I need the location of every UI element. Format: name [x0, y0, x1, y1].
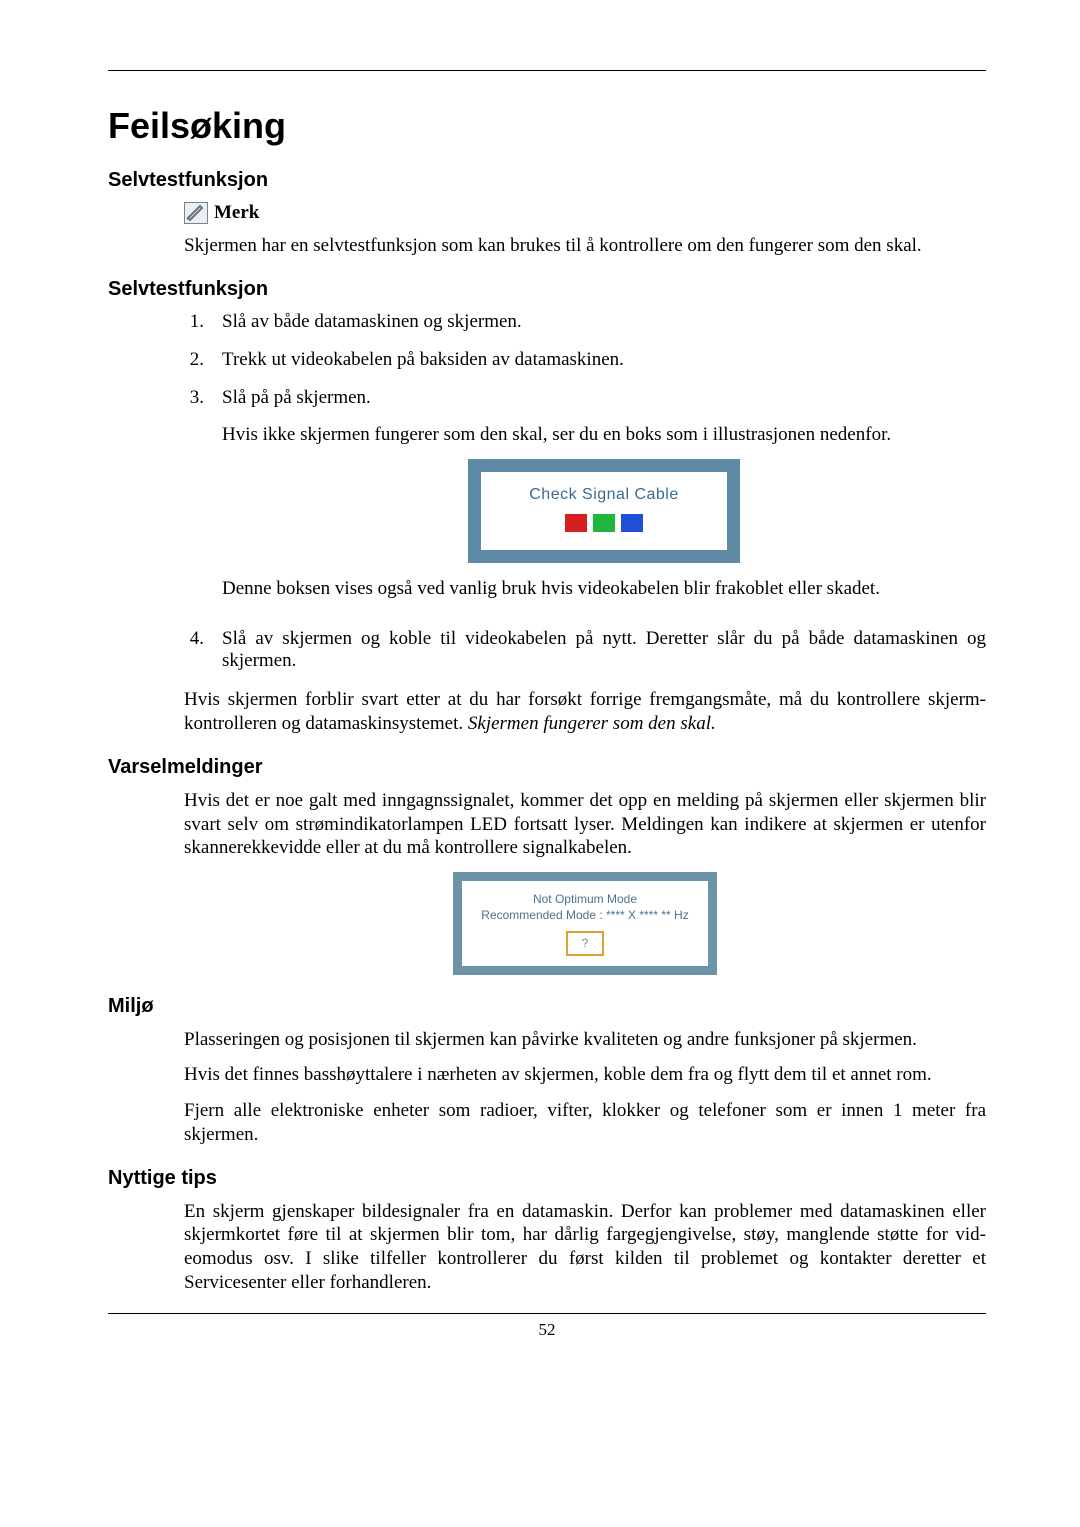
step-text: Slå på på skjermen.: [222, 387, 986, 409]
step-text: Trekk ut videokabelen på baksiden av dat…: [222, 349, 986, 371]
page-content: Feilsøking Selvtestfunksjon Merk Skjerme…: [0, 0, 1080, 1340]
env-p2: Hvis det finnes basshøyttalere i nærhete…: [184, 1063, 986, 1087]
note-icon: [184, 202, 208, 224]
env-p3: Fjern alle elektroniske enheter som radi…: [184, 1099, 986, 1147]
selftest-after-italic: Skjermen fungerer som den skal.: [468, 713, 716, 734]
list-item: 2. Trekk ut videokabelen på baksiden av …: [184, 349, 986, 371]
step-text: Slå av både datamaskinen og skjermen.: [222, 311, 986, 333]
section-selftest-intro-heading: Selvtestfunksjon: [108, 169, 986, 192]
not-optimum-line2: Recommended Mode : **** X **** ** Hz: [470, 907, 700, 923]
not-optimum-image: Not Optimum Mode Recommended Mode : ****…: [453, 872, 717, 975]
bottom-rule: [108, 1313, 986, 1314]
section-env-heading: Miljø: [108, 995, 986, 1018]
step-number: 4.: [184, 628, 204, 672]
tips-p1: En skjerm gjenskaper bildesignaler fra e…: [184, 1200, 986, 1295]
note-row: Merk: [184, 202, 986, 224]
selftest-steps: 1. Slå av både datamaskinen og skjermen.…: [184, 311, 986, 673]
list-item: 1. Slå av både datamaskinen og skjermen.: [184, 311, 986, 333]
section-tips-heading: Nyttige tips: [108, 1167, 986, 1190]
check-signal-text: Check Signal Cable: [481, 486, 727, 504]
step-number: 2.: [184, 349, 204, 371]
list-item: 4. Slå av skjermen og koble til videokab…: [184, 628, 986, 672]
step-number: 3.: [184, 387, 204, 613]
step-subtext-2: Denne boksen vises også ved vanlig bruk …: [222, 577, 986, 601]
env-p1: Plasseringen og posisjonen til skjermen …: [184, 1028, 986, 1052]
step-number: 1.: [184, 311, 204, 333]
not-optimum-button: ?: [566, 931, 605, 955]
selftest-after: Hvis skjermen forblir svart etter at du …: [184, 688, 986, 736]
top-rule: [108, 70, 986, 71]
list-item: 3. Slå på på skjermen. Hvis ikke skjerme…: [184, 387, 986, 613]
note-label: Merk: [214, 202, 259, 224]
section-warnings-heading: Varselmeldinger: [108, 756, 986, 779]
section-selftest-steps-heading: Selvtestfunksjon: [108, 278, 986, 301]
selftest-intro-text: Skjermen har en selvtestfunksjon som kan…: [184, 234, 986, 258]
color-swatches: [481, 514, 727, 532]
swatch-blue: [621, 514, 643, 532]
warnings-text: Hvis det er noe galt med inngagnssignale…: [184, 789, 986, 860]
step-text: Slå av skjermen og koble til videokabele…: [222, 628, 986, 672]
swatch-green: [593, 514, 615, 532]
step-subtext: Hvis ikke skjermen fungerer som den skal…: [222, 423, 986, 447]
page-number: 52: [108, 1320, 986, 1340]
page-title: Feilsøking: [108, 105, 986, 147]
not-optimum-line1: Not Optimum Mode: [470, 891, 700, 907]
check-signal-image: Check Signal Cable: [468, 459, 740, 563]
swatch-red: [565, 514, 587, 532]
